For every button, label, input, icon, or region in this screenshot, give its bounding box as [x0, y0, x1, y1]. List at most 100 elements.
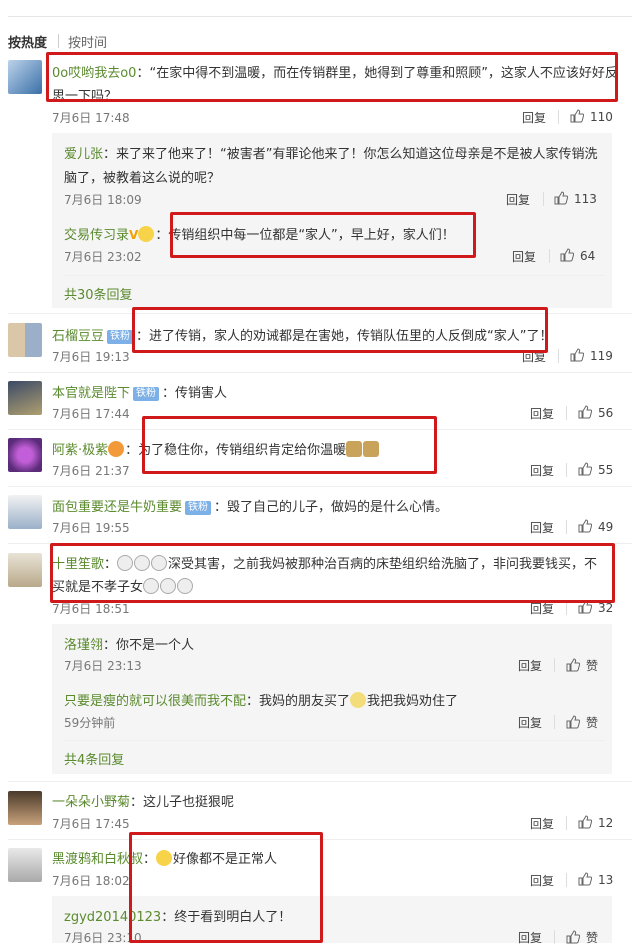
- like-button[interactable]: 113: [554, 191, 597, 206]
- action-divider: [558, 110, 559, 124]
- reply-button[interactable]: 回复: [512, 248, 536, 265]
- reply-button[interactable]: 回复: [518, 657, 542, 674]
- like-button[interactable]: 赞: [566, 929, 598, 946]
- comment-username[interactable]: 本官就是陛下: [52, 386, 130, 401]
- highlight-box: [170, 212, 476, 258]
- sub-reply-body: ：来了来了他来了！“被害者”有罪论他来了！你怎么知道这位母亲是不是被人家传销洗: [103, 147, 598, 162]
- like-button[interactable]: 110: [570, 109, 613, 124]
- view-more-replies-link[interactable]: 共4条回复: [64, 749, 124, 768]
- highlight-box: [50, 543, 615, 603]
- like-count: 12: [598, 816, 614, 830]
- like-button[interactable]: 49: [578, 519, 613, 534]
- comment-body: ：毁了自己的儿子，做妈的是什么心情。: [214, 500, 449, 515]
- comment-time: 7月6日 21:37: [52, 464, 130, 478]
- like-button[interactable]: 12: [578, 815, 613, 830]
- comment-time: 7月6日 17:45: [52, 817, 130, 831]
- reply-button[interactable]: 回复: [530, 872, 554, 889]
- reply-button[interactable]: 回复: [530, 519, 554, 536]
- tab-hot[interactable]: 按热度: [8, 32, 47, 51]
- action-divider: [566, 873, 567, 887]
- avatar[interactable]: [8, 495, 42, 529]
- view-more-replies-link[interactable]: 共30条回复: [64, 284, 133, 303]
- like-count: 64: [580, 249, 596, 263]
- thumbs-up-icon: [578, 405, 593, 419]
- like-button[interactable]: 64: [560, 248, 595, 263]
- comment-time: 7月6日 17:48: [52, 111, 130, 125]
- reply-button[interactable]: 回复: [522, 109, 546, 126]
- thumbs-up-icon: [578, 872, 593, 886]
- sub-reply-time: 7月6日 18:09: [64, 193, 142, 207]
- action-divider: [554, 658, 555, 672]
- thumbs-up-icon: [566, 658, 581, 672]
- highlight-box: [46, 52, 618, 102]
- action-divider: [566, 463, 567, 477]
- like-count: 56: [598, 406, 614, 420]
- thumbs-up-icon: [560, 248, 575, 262]
- sub-reply-body: ：我妈的朋友买了: [246, 694, 351, 709]
- like-count: 13: [598, 873, 614, 887]
- sub-reply-body: 我把我妈劝住了: [367, 694, 459, 709]
- divider: [64, 275, 604, 276]
- action-divider: [558, 349, 559, 363]
- like-button[interactable]: 119: [570, 348, 613, 363]
- comment-time: 7月6日 17:44: [52, 407, 130, 421]
- comment-text: 本官就是陛下 铁粉 ：传销害人: [52, 382, 227, 401]
- like-count: 55: [598, 463, 614, 477]
- action-divider: [554, 930, 555, 944]
- comment-username[interactable]: 石榴豆豆: [52, 329, 104, 344]
- sub-reply-text: 爱儿张：来了来了他来了！“被害者”有罪论他来了！你怎么知道这位母亲是不是被人家传…: [64, 143, 598, 162]
- action-divider: [566, 406, 567, 420]
- like-button[interactable]: 13: [578, 872, 613, 887]
- fan-badge-icon: [138, 226, 155, 242]
- sub-reply-text: 洛瑾翎：你不是一个人: [64, 634, 194, 653]
- sub-reply-username[interactable]: 洛瑾翎: [64, 638, 103, 653]
- thumbs-up-icon: [578, 462, 593, 476]
- thumbs-up-icon: [570, 109, 585, 123]
- sub-reply-username[interactable]: 只要是瘦的就可以很美而我不配: [64, 694, 246, 709]
- iron-fan-badge: 铁粉: [107, 330, 134, 344]
- avatar[interactable]: [8, 60, 42, 94]
- dog-emoji-icon: [350, 692, 367, 708]
- sub-reply-time: 7月6日 23:02: [64, 250, 142, 264]
- avatar[interactable]: [8, 438, 42, 472]
- like-count: 49: [598, 520, 614, 534]
- highlight-box: [142, 416, 437, 474]
- divider: [64, 740, 604, 741]
- avatar[interactable]: [8, 791, 42, 825]
- comment-time: 7月6日 19:13: [52, 350, 130, 364]
- thumbs-up-icon: [570, 348, 585, 362]
- sub-reply-username[interactable]: 爱儿张: [64, 147, 103, 162]
- comment-username[interactable]: 阿紫·极紫: [52, 443, 108, 458]
- fan-badge-icon: [108, 441, 125, 457]
- avatar[interactable]: [8, 848, 42, 882]
- reply-button[interactable]: 回复: [530, 405, 554, 422]
- comment-username[interactable]: 面包重要还是牛奶重要: [52, 500, 182, 515]
- reply-button[interactable]: 回复: [518, 929, 542, 946]
- sub-reply-username[interactable]: 交易传习录: [64, 228, 129, 243]
- like-button[interactable]: 56: [578, 405, 613, 420]
- sub-reply-time: 59分钟前: [64, 716, 116, 730]
- avatar[interactable]: [8, 553, 42, 587]
- reply-button[interactable]: 回复: [530, 815, 554, 832]
- like-count: 119: [590, 349, 613, 363]
- comment-body: ：传销害人: [162, 386, 228, 401]
- comment-username[interactable]: 一朵朵小野菊: [52, 795, 130, 810]
- comment-body: ：这儿子也挺狠呢: [130, 795, 235, 810]
- avatar[interactable]: [8, 323, 42, 357]
- reply-button[interactable]: 回复: [518, 714, 542, 731]
- tab-time[interactable]: 按时间: [68, 32, 107, 51]
- like-button[interactable]: 55: [578, 462, 613, 477]
- sub-reply-time: 7月6日 23:13: [64, 659, 142, 673]
- top-divider: [8, 16, 632, 17]
- thumbs-up-icon: [578, 815, 593, 829]
- action-divider: [554, 715, 555, 729]
- avatar[interactable]: [8, 381, 42, 415]
- reply-button[interactable]: 回复: [506, 191, 530, 208]
- thumbs-up-icon: [566, 930, 581, 944]
- sub-reply-body: ：你不是一个人: [103, 638, 195, 653]
- like-button[interactable]: 赞: [566, 657, 598, 674]
- thumbs-up-icon: [554, 191, 569, 205]
- sub-reply-text: 只要是瘦的就可以很美而我不配：我妈的朋友买了 我把我妈劝住了: [64, 690, 458, 709]
- like-button[interactable]: 赞: [566, 714, 598, 731]
- reply-button[interactable]: 回复: [530, 462, 554, 479]
